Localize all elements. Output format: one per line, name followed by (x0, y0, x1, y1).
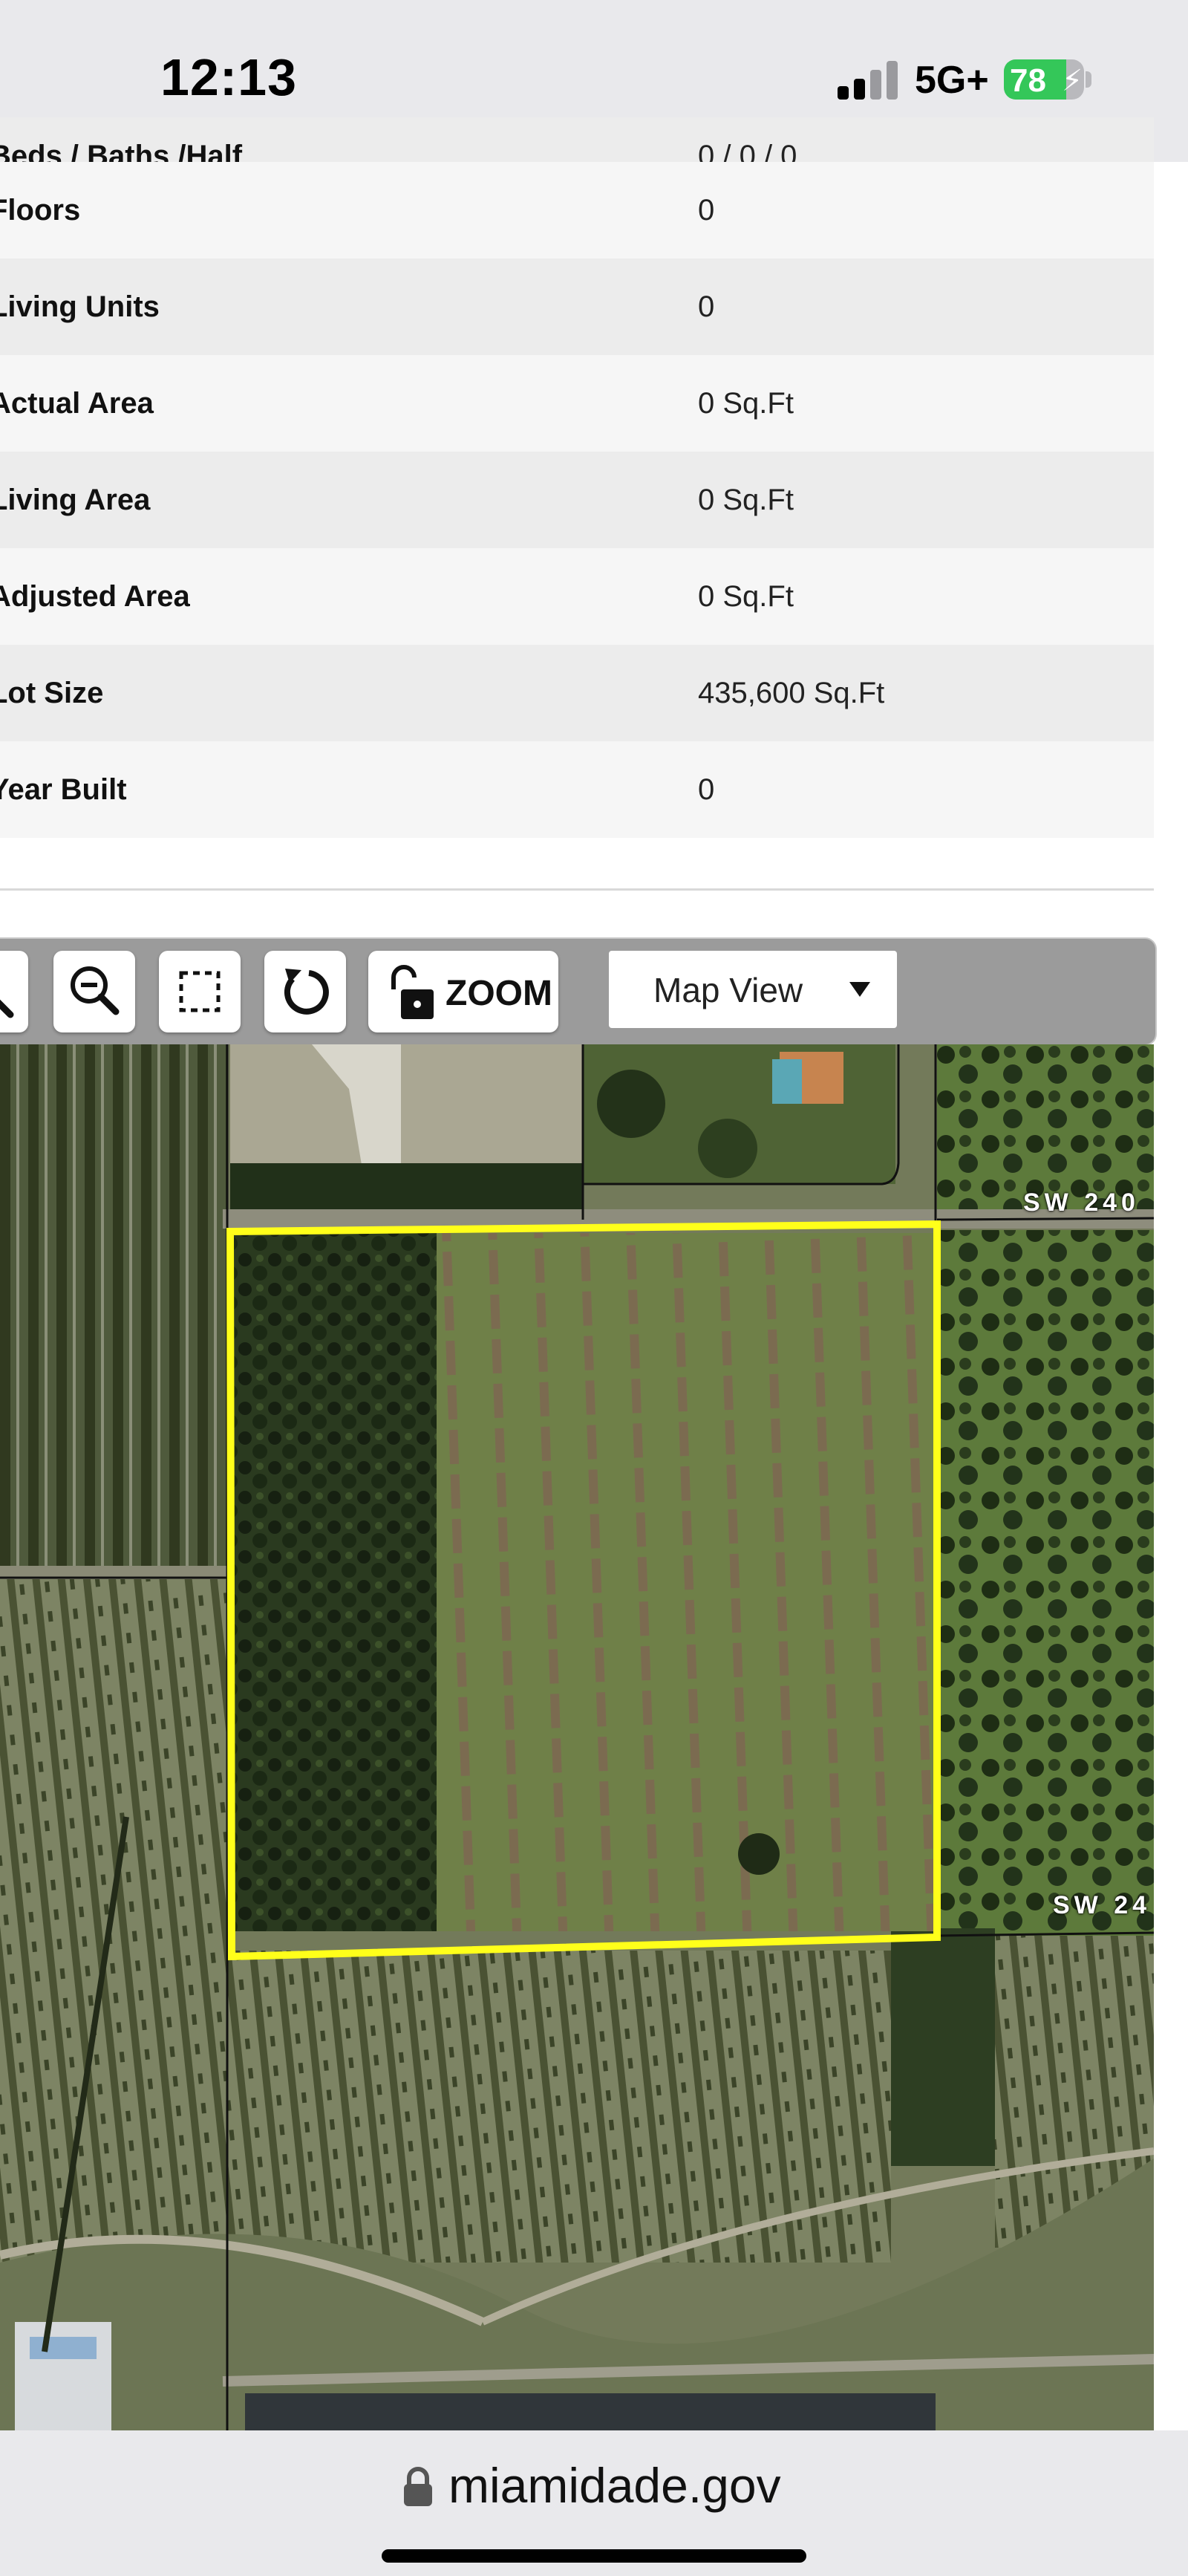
page-margin (1154, 1044, 1188, 2430)
table-row: Living Units 0 (0, 258, 1154, 355)
table-row: Adjusted Area 0 Sq.Ft (0, 548, 1154, 645)
home-indicator[interactable] (382, 2549, 806, 2563)
zoom-label: ZOOM (446, 974, 552, 1013)
zoom-out-icon (71, 966, 120, 1015)
zoom-out-button[interactable] (53, 951, 135, 1032)
map-toolbar: ZOOM Map View (0, 937, 1157, 1046)
road-label-sw-24: SW 24 (1053, 1891, 1152, 1919)
row-label-lot-size: Lot Size (0, 677, 104, 709)
battery-percent: 78 (1010, 62, 1046, 99)
row-value-floors: 0 (698, 194, 715, 227)
table-row: Living Area 0 Sq.Ft (0, 452, 1154, 548)
zoom-in-icon (0, 999, 14, 1018)
row-label-adjusted-area: Adjusted Area (0, 580, 190, 613)
table-row: Lot Size 435,600 Sq.Ft (0, 645, 1154, 741)
browser-address-bar[interactable]: miamidade.gov (0, 2430, 1188, 2576)
table-row: Floors 0 (0, 162, 1154, 258)
row-value-adjusted-area: 0 Sq.Ft (698, 580, 794, 613)
table-row: Actual Area 0 Sq.Ft (0, 355, 1154, 452)
refresh-icon (284, 969, 329, 1015)
row-label-year-built: Year Built (0, 773, 127, 806)
table-divider (0, 888, 1154, 891)
network-type: 5G+ (915, 59, 989, 102)
zoom-lock-button[interactable]: ZOOM (368, 951, 558, 1032)
map-view-label: Map View (653, 971, 803, 1009)
aerial-imagery (0, 1044, 1154, 2430)
zoom-in-button[interactable] (0, 951, 28, 1032)
row-value-year-built: 0 (698, 773, 715, 806)
table-row: Year Built 0 (0, 741, 1154, 838)
signal-strength-icon (838, 61, 898, 100)
refresh-button[interactable] (264, 951, 346, 1032)
charging-bolt-icon: ⚡ (1062, 65, 1083, 97)
battery-icon: 78 ⚡ (1004, 59, 1084, 100)
select-box-icon (179, 971, 221, 1012)
row-value-living-units: 0 (698, 290, 715, 323)
lock-icon (404, 2467, 432, 2506)
url-text[interactable]: miamidade.gov (448, 2457, 781, 2514)
chevron-down-icon (849, 982, 870, 997)
page-margin (1154, 162, 1188, 891)
row-label-living-area: Living Area (0, 484, 151, 516)
row-label-living-units: Living Units (0, 290, 160, 323)
row-value-actual-area: 0 Sq.Ft (698, 387, 794, 420)
unlock-icon (391, 965, 434, 1019)
map-view[interactable]: SW 240 SW 24 (0, 1044, 1154, 2430)
row-label-floors: Floors (0, 194, 81, 227)
map-view-select[interactable]: Map View (609, 951, 897, 1028)
row-value-living-area: 0 Sq.Ft (698, 484, 794, 516)
battery-cap (1086, 71, 1091, 88)
select-box-button[interactable] (159, 951, 241, 1032)
row-label-actual-area: Actual Area (0, 387, 154, 420)
status-time: 12:13 (160, 48, 298, 106)
row-value-lot-size: 435,600 Sq.Ft (698, 677, 885, 709)
road-label-sw-240: SW 240 (1023, 1188, 1140, 1217)
